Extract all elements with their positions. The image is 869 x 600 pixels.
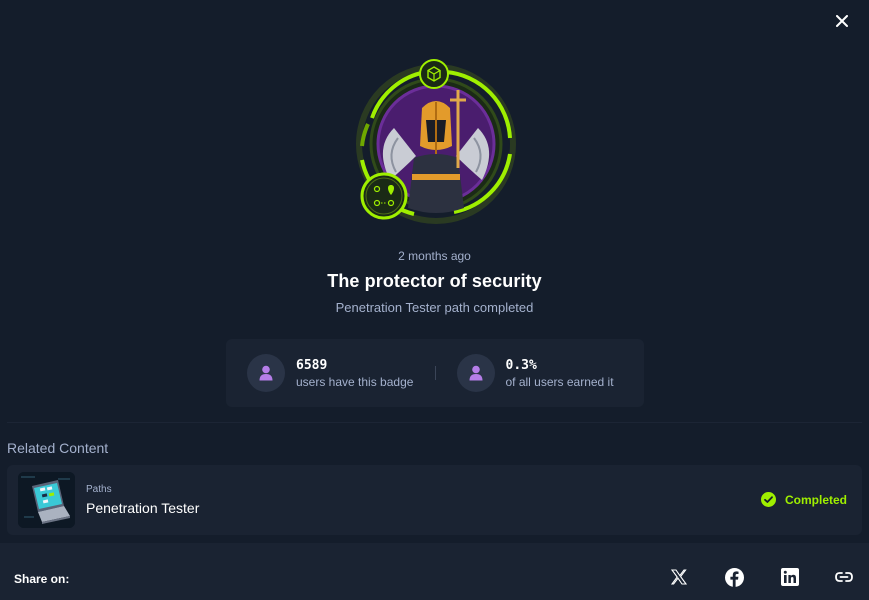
status-label: Completed xyxy=(784,492,847,507)
share-x-button[interactable] xyxy=(668,566,690,588)
badge-emblem xyxy=(354,58,518,226)
related-item-card[interactable]: Paths Penetration Tester Completed xyxy=(7,465,862,535)
status-badge: Completed xyxy=(760,492,847,507)
stat-value: 6589 xyxy=(296,357,328,373)
related-item-name: Penetration Tester xyxy=(86,500,200,516)
badge-stats-card: 6589 users have this badge 0.3% of all u… xyxy=(226,339,644,407)
section-divider xyxy=(7,422,862,423)
user-icon xyxy=(247,354,285,392)
stat-label: of all users earned it xyxy=(505,374,614,389)
badge-subtitle: Penetration Tester path completed xyxy=(335,300,534,315)
facebook-icon xyxy=(724,567,744,587)
earned-date: 2 months ago xyxy=(398,249,471,263)
share-bar: Share on: xyxy=(0,543,869,600)
stat-value: 0.3% xyxy=(505,357,537,373)
related-item-type: Paths xyxy=(86,484,112,495)
x-icon xyxy=(671,569,687,585)
user-icon xyxy=(456,354,495,392)
check-circle-icon xyxy=(760,492,776,507)
related-content-heading: Related Content xyxy=(7,440,109,456)
share-facebook-button[interactable] xyxy=(723,566,745,588)
link-icon xyxy=(835,572,853,582)
stat-label: users have this badge xyxy=(296,374,414,389)
linkedin-icon xyxy=(781,568,799,586)
share-linkedin-button[interactable] xyxy=(779,566,801,588)
stat-users-count: 6589 users have this badge xyxy=(226,354,435,392)
laptop-terminal-icon xyxy=(18,472,75,528)
knight-badge-emblem xyxy=(356,59,516,224)
badge-title: The protector of security xyxy=(327,271,542,291)
stat-percentage: 0.3% of all users earned it xyxy=(436,354,645,392)
close-button[interactable] xyxy=(831,11,853,31)
share-link-button[interactable] xyxy=(833,566,855,588)
close-icon xyxy=(836,15,848,27)
share-label: Share on: xyxy=(14,572,70,586)
